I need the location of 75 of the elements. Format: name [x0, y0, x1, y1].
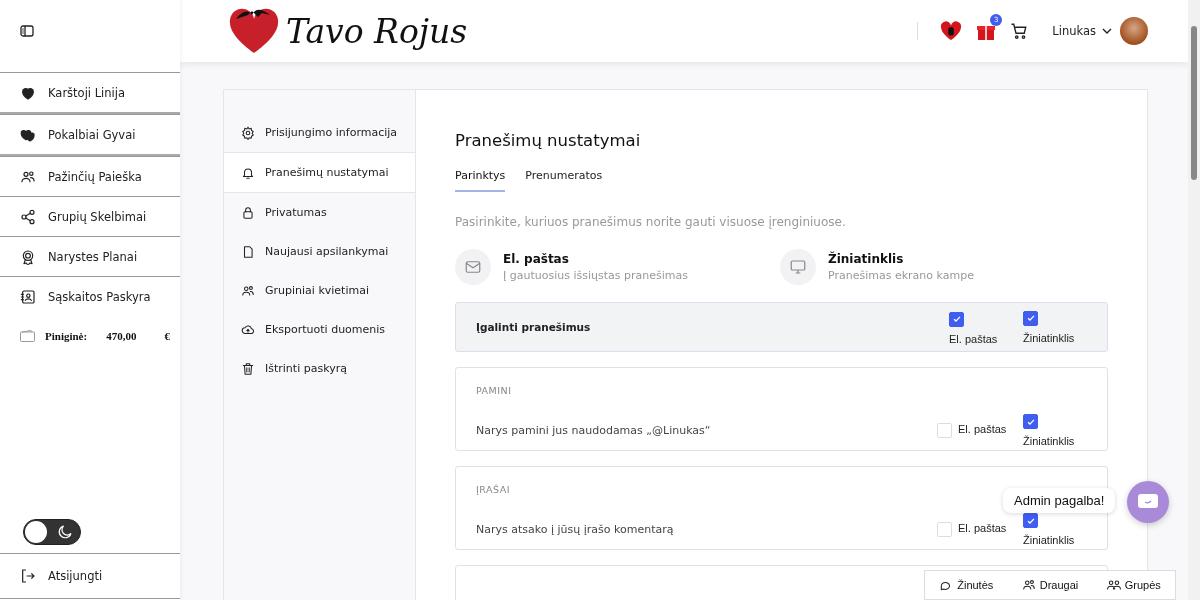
bottom-bar-item[interactable]: Grupės	[1106, 578, 1161, 592]
heart-icon[interactable]	[940, 21, 963, 41]
chat-bubble-icon	[1137, 493, 1159, 511]
chat-label[interactable]: Admin pagalba!	[1003, 488, 1116, 513]
sidebar-item[interactable]: Karštoji Linija	[0, 72, 180, 114]
bottom-bar-item[interactable]: Draugai	[1021, 578, 1079, 592]
sidebar-item[interactable]: Pokalbiai Gyvai	[0, 114, 180, 156]
bell-icon	[241, 165, 255, 180]
chat-button[interactable]	[1127, 481, 1169, 523]
description: Pasirinkite, kuriuos pranešimus norite gauti visuose įrenginiuose.	[455, 215, 847, 229]
notification-label: Narys atsako į jūsų įrašo komentarą	[476, 523, 674, 536]
notification-label: Narys pamini jus naudodamas „@Linukas“	[476, 424, 711, 437]
checkbox[interactable]	[949, 311, 964, 327]
wallet-amount: 470,00	[106, 330, 137, 342]
checkbox[interactable]	[1023, 414, 1038, 429]
checkbox-label: El. paštas	[958, 522, 1007, 534]
badge-icon	[20, 248, 36, 265]
settings-nav-item[interactable]: Privatumas	[224, 193, 415, 232]
share-icon	[20, 208, 36, 225]
group-icon	[1106, 578, 1121, 592]
enable-label: Įgalinti pranešimus	[476, 321, 591, 333]
check-icon	[951, 314, 962, 325]
checkbox[interactable]	[1023, 310, 1038, 326]
page-icon	[241, 244, 255, 259]
contact-icon	[20, 288, 36, 305]
user-menu[interactable]: Linukas	[1052, 24, 1112, 38]
check-icon	[1025, 313, 1036, 323]
channel-title: El. paštas	[503, 252, 570, 266]
sidebar-item[interactable]: Sąskaitos Paskyra	[0, 276, 180, 316]
section-heading: ĮRAŠAI	[476, 484, 512, 495]
logo-text: Tavo Rojus	[286, 11, 468, 51]
tab[interactable]: Parinktys	[455, 169, 506, 192]
settings-nav-item[interactable]: Ištrinti paskyrą	[224, 349, 415, 388]
mail-icon	[455, 249, 491, 285]
logout-icon	[20, 568, 36, 584]
cloud-icon	[241, 322, 255, 337]
checkbox-label: Žiniatinklis	[1023, 534, 1075, 546]
people-icon	[20, 168, 36, 185]
settings-nav-item[interactable]: Grupiniai kvietimai	[224, 271, 415, 310]
sidebar-item[interactable]: Grupių Skelbimai	[0, 196, 180, 236]
checkbox-label: Žiniatinklis	[1023, 435, 1075, 447]
people-icon	[241, 283, 255, 298]
moon-icon	[56, 523, 74, 541]
bottom-bar-item[interactable]: Žinutės	[939, 578, 994, 592]
sidebar-toggle-icon[interactable]	[20, 25, 34, 37]
trash-icon	[241, 361, 255, 376]
checkbox-label: El. paštas	[958, 423, 1007, 435]
settings-nav-item[interactable]: Prisijungimo informacija	[224, 113, 415, 152]
channel-subtitle: Į gautuosius išsiųstas pranešimas	[503, 269, 688, 282]
checkbox-label: Žiniatinklis	[1023, 331, 1075, 344]
section-heading: PAMINI	[476, 385, 513, 396]
tab[interactable]: Prenumeratos	[525, 169, 603, 192]
checkbox[interactable]	[1023, 513, 1038, 528]
gear-icon	[241, 125, 255, 140]
wallet-label: Piniginė:	[45, 330, 88, 342]
currency-symbol: €	[164, 330, 170, 342]
page-title: Pranešimų nustatymai	[455, 131, 642, 150]
wallet-icon	[20, 330, 35, 342]
checkbox-label: El. paštas	[949, 332, 998, 345]
lock-icon	[241, 205, 255, 220]
channel-title: Žiniatinklis	[828, 252, 905, 266]
sidebar-item[interactable]: Pažinčių Paieška	[0, 156, 180, 196]
people-icon	[1021, 578, 1036, 592]
settings-nav-item[interactable]: Pranešimų nustatymai	[224, 152, 415, 193]
avatar[interactable]	[1120, 17, 1148, 45]
monitor-icon	[780, 249, 816, 285]
settings-nav-item[interactable]: Eksportuoti duomenis	[224, 310, 415, 349]
channel-subtitle: Pranešimas ekrano kampe	[828, 269, 974, 282]
settings-nav-item[interactable]: Naujausi apsilankymai	[224, 232, 415, 271]
dark-mode-toggle[interactable]	[23, 519, 81, 545]
cart-icon[interactable]	[1010, 22, 1029, 40]
scrollbar[interactable]	[1188, 0, 1200, 600]
sidebar-item[interactable]: Narystes Planai	[0, 236, 180, 276]
logout-item[interactable]: Atsijungti	[0, 553, 180, 599]
chevron-icon	[1102, 27, 1112, 35]
